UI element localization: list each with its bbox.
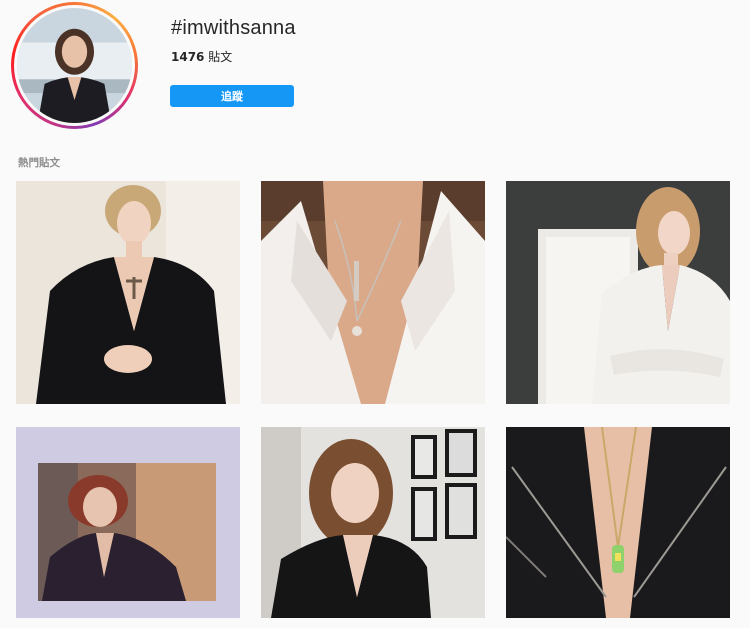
post-count-number: 1476	[171, 50, 205, 64]
post-count: 1476 貼文	[171, 48, 232, 65]
post-count-unit: 貼文	[204, 50, 233, 64]
hashtag-page: #imwithsanna 1476 貼文 追蹤 熱門貼文	[0, 0, 750, 628]
post-tile-2[interactable]	[261, 181, 485, 404]
avatar-photo	[17, 8, 132, 123]
post-image-1	[16, 181, 240, 404]
post-tile-1[interactable]	[16, 181, 240, 404]
follow-button[interactable]: 追蹤	[170, 85, 294, 107]
post-tile-5[interactable]	[261, 427, 485, 618]
post-tile-6[interactable]	[506, 427, 730, 618]
post-image-4	[16, 427, 240, 618]
post-tile-3[interactable]	[506, 181, 730, 404]
post-image-3	[506, 181, 730, 404]
post-image-2	[261, 181, 485, 404]
post-tile-4[interactable]	[16, 427, 240, 618]
avatar-border	[14, 5, 135, 126]
profile-avatar[interactable]	[11, 2, 138, 129]
hashtag-title: #imwithsanna	[171, 17, 296, 39]
post-image-5	[261, 427, 485, 618]
post-image-6	[506, 427, 730, 618]
top-posts-title: 熱門貼文	[18, 157, 60, 169]
